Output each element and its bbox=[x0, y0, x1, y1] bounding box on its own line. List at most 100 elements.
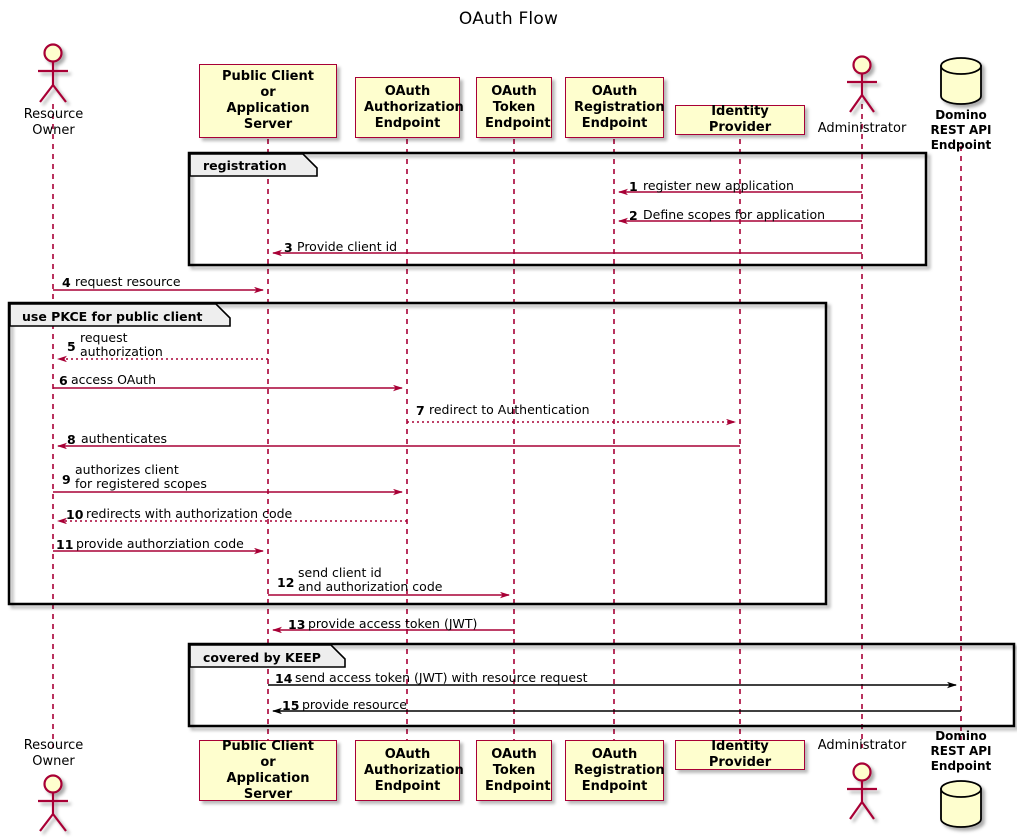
db-label-line: Domino bbox=[935, 108, 987, 122]
message-seq-8: 8 bbox=[67, 432, 76, 447]
participant-oauth-registration-top[interactable]: OAuth Registration Endpoint bbox=[565, 77, 665, 138]
group-label-registration: registration bbox=[203, 158, 287, 173]
message-seq-1: 1 bbox=[629, 179, 638, 194]
actor-label-resource-owner-bottom: Resource Owner bbox=[0, 738, 107, 770]
actor-label-line: Resource bbox=[23, 107, 84, 122]
participant-oauth-registration-bottom[interactable]: OAuth Registration Endpoint bbox=[565, 740, 665, 801]
message-seq-11: 11 bbox=[56, 537, 74, 552]
message-seq-9: 9 bbox=[62, 472, 71, 487]
sequence-diagram: Resource Owner (dotted) --> Identity Pro… bbox=[0, 0, 1017, 837]
message-seq-12: 12 bbox=[277, 575, 295, 590]
db-label-line: Endpoint bbox=[930, 759, 992, 773]
participant-label-line: Endpoint bbox=[374, 115, 441, 131]
participant-oauth-authorization-bottom[interactable]: OAuth Authorization Endpoint bbox=[355, 740, 464, 801]
message-text-14: send access token (JWT) with resource re… bbox=[295, 670, 588, 685]
group-label-pkce: use PKCE for public client bbox=[22, 309, 203, 324]
participant-label-line: Authorization bbox=[364, 762, 464, 778]
participant-label-line: Authorization bbox=[364, 99, 464, 115]
participant-oauth-token-top[interactable]: OAuth Token Endpoint bbox=[476, 77, 552, 138]
message-text-line: request bbox=[80, 330, 128, 345]
participant-label-line: Registration bbox=[574, 762, 665, 778]
participant-label-line: Public Client bbox=[222, 69, 314, 84]
participant-label-line: or bbox=[260, 85, 276, 100]
participant-label-line: Endpoint bbox=[581, 778, 648, 794]
db-label-line: Domino bbox=[935, 729, 987, 743]
message-text-3: Provide client id bbox=[297, 239, 398, 254]
message-text-2: Define scopes for application bbox=[643, 207, 826, 222]
page-title: OAuth Flow bbox=[458, 9, 559, 29]
participant-identity-provider-bottom[interactable]: Identity Provider bbox=[675, 739, 805, 770]
participant-label-line: OAuth bbox=[384, 746, 431, 762]
actor-administrator-bottom bbox=[847, 762, 877, 820]
participant-label-line: Token bbox=[492, 762, 536, 778]
message-text-line: send client id bbox=[298, 565, 382, 580]
message-text-line: for registered scopes bbox=[75, 476, 207, 491]
db-label-line: REST API bbox=[930, 744, 992, 758]
message-seq-6: 6 bbox=[59, 373, 68, 388]
participant-label-line: Endpoint bbox=[485, 115, 551, 131]
participant-identity-provider-top[interactable]: Identity Provider bbox=[675, 104, 805, 135]
actor-administrator-top bbox=[847, 55, 877, 113]
message-text-15: provide resource bbox=[302, 697, 407, 712]
participant-label-line: OAuth bbox=[384, 83, 431, 99]
message-text-13: provide access token (JWT) bbox=[308, 616, 478, 631]
message-seq-2: 2 bbox=[629, 208, 638, 223]
message-seq-13: 13 bbox=[288, 617, 306, 632]
actor-label-line: Owner bbox=[32, 123, 75, 138]
message-seq-15: 15 bbox=[282, 698, 300, 713]
message-seq-7: 7 bbox=[416, 403, 425, 418]
participant-label-line: Application Server bbox=[226, 770, 310, 802]
participant-label-line: OAuth bbox=[591, 83, 638, 99]
actor-label-line: Administrator bbox=[817, 121, 907, 136]
actor-label-administrator-bottom: Administrator bbox=[802, 738, 922, 754]
participant-label-line: Public Client bbox=[222, 738, 314, 754]
actor-label-administrator-top: Administrator bbox=[802, 121, 922, 137]
db-label-domino-rest-api-bottom: Domino REST API Endpoint bbox=[911, 729, 1011, 774]
message-text-1: register new application bbox=[643, 178, 794, 193]
participant-label-line: Endpoint bbox=[485, 778, 551, 794]
actor-label-line: Administrator bbox=[817, 738, 907, 753]
message-text-4: request resource bbox=[75, 274, 181, 289]
message-text-5: request authorization bbox=[80, 331, 163, 359]
db-label-domino-rest-api-top: Domino REST API Endpoint bbox=[911, 108, 1011, 153]
participant-label-line: Identity Provider bbox=[708, 739, 772, 770]
message-text-line: and authorization code bbox=[298, 579, 443, 594]
participant-label-line: or bbox=[260, 754, 276, 770]
message-seq-10: 10 bbox=[66, 507, 84, 522]
actor-resource-owner-top bbox=[38, 43, 68, 103]
actor-resource-owner-bottom bbox=[38, 774, 68, 832]
participant-label-line: OAuth bbox=[491, 83, 537, 99]
db-label-line: REST API bbox=[930, 123, 992, 137]
message-seq-4: 4 bbox=[62, 275, 71, 290]
participant-label-line: Application Server bbox=[226, 101, 310, 132]
message-seq-14: 14 bbox=[275, 671, 293, 686]
message-text-line: authorization bbox=[80, 344, 163, 359]
participant-label-line: OAuth bbox=[591, 746, 638, 762]
participant-label-line: Token bbox=[492, 99, 536, 115]
actor-label-resource-owner-top: Resource Owner bbox=[0, 107, 107, 139]
participant-oauth-authorization-top[interactable]: OAuth Authorization Endpoint bbox=[355, 77, 464, 138]
message-text-7: redirect to Authentication bbox=[429, 402, 590, 417]
message-seq-5: 5 bbox=[67, 339, 76, 354]
actor-label-line: Resource bbox=[23, 738, 84, 753]
message-text-10: redirects with authorization code bbox=[86, 506, 293, 521]
db-label-line: Endpoint bbox=[930, 138, 992, 152]
participant-label-line: Endpoint bbox=[581, 115, 648, 131]
actor-label-line: Owner bbox=[32, 754, 75, 769]
participant-label-line: Identity Provider bbox=[708, 104, 772, 135]
message-text-6: access OAuth bbox=[71, 372, 157, 387]
participant-label-line: Registration bbox=[574, 99, 665, 115]
group-label-covered-by-keep: covered by KEEP bbox=[203, 650, 321, 665]
participant-public-client-bottom[interactable]: Public Client or Application Server bbox=[199, 738, 337, 802]
message-text-line: authorizes client bbox=[75, 462, 179, 477]
participant-label-line: OAuth bbox=[491, 746, 537, 762]
message-text-9: authorizes client for registered scopes bbox=[75, 463, 207, 491]
message-seq-3: 3 bbox=[284, 240, 293, 255]
participant-oauth-token-bottom[interactable]: OAuth Token Endpoint bbox=[476, 740, 552, 801]
database-domino-rest-api-bottom bbox=[940, 780, 982, 828]
database-domino-rest-api-top bbox=[940, 57, 982, 105]
message-text-8: authenticates bbox=[81, 431, 168, 446]
participant-public-client-top[interactable]: Public Client or Application Server bbox=[199, 64, 337, 138]
message-text-11: provide authorziation code bbox=[76, 536, 244, 551]
message-text-12: send client id and authorization code bbox=[298, 566, 442, 594]
